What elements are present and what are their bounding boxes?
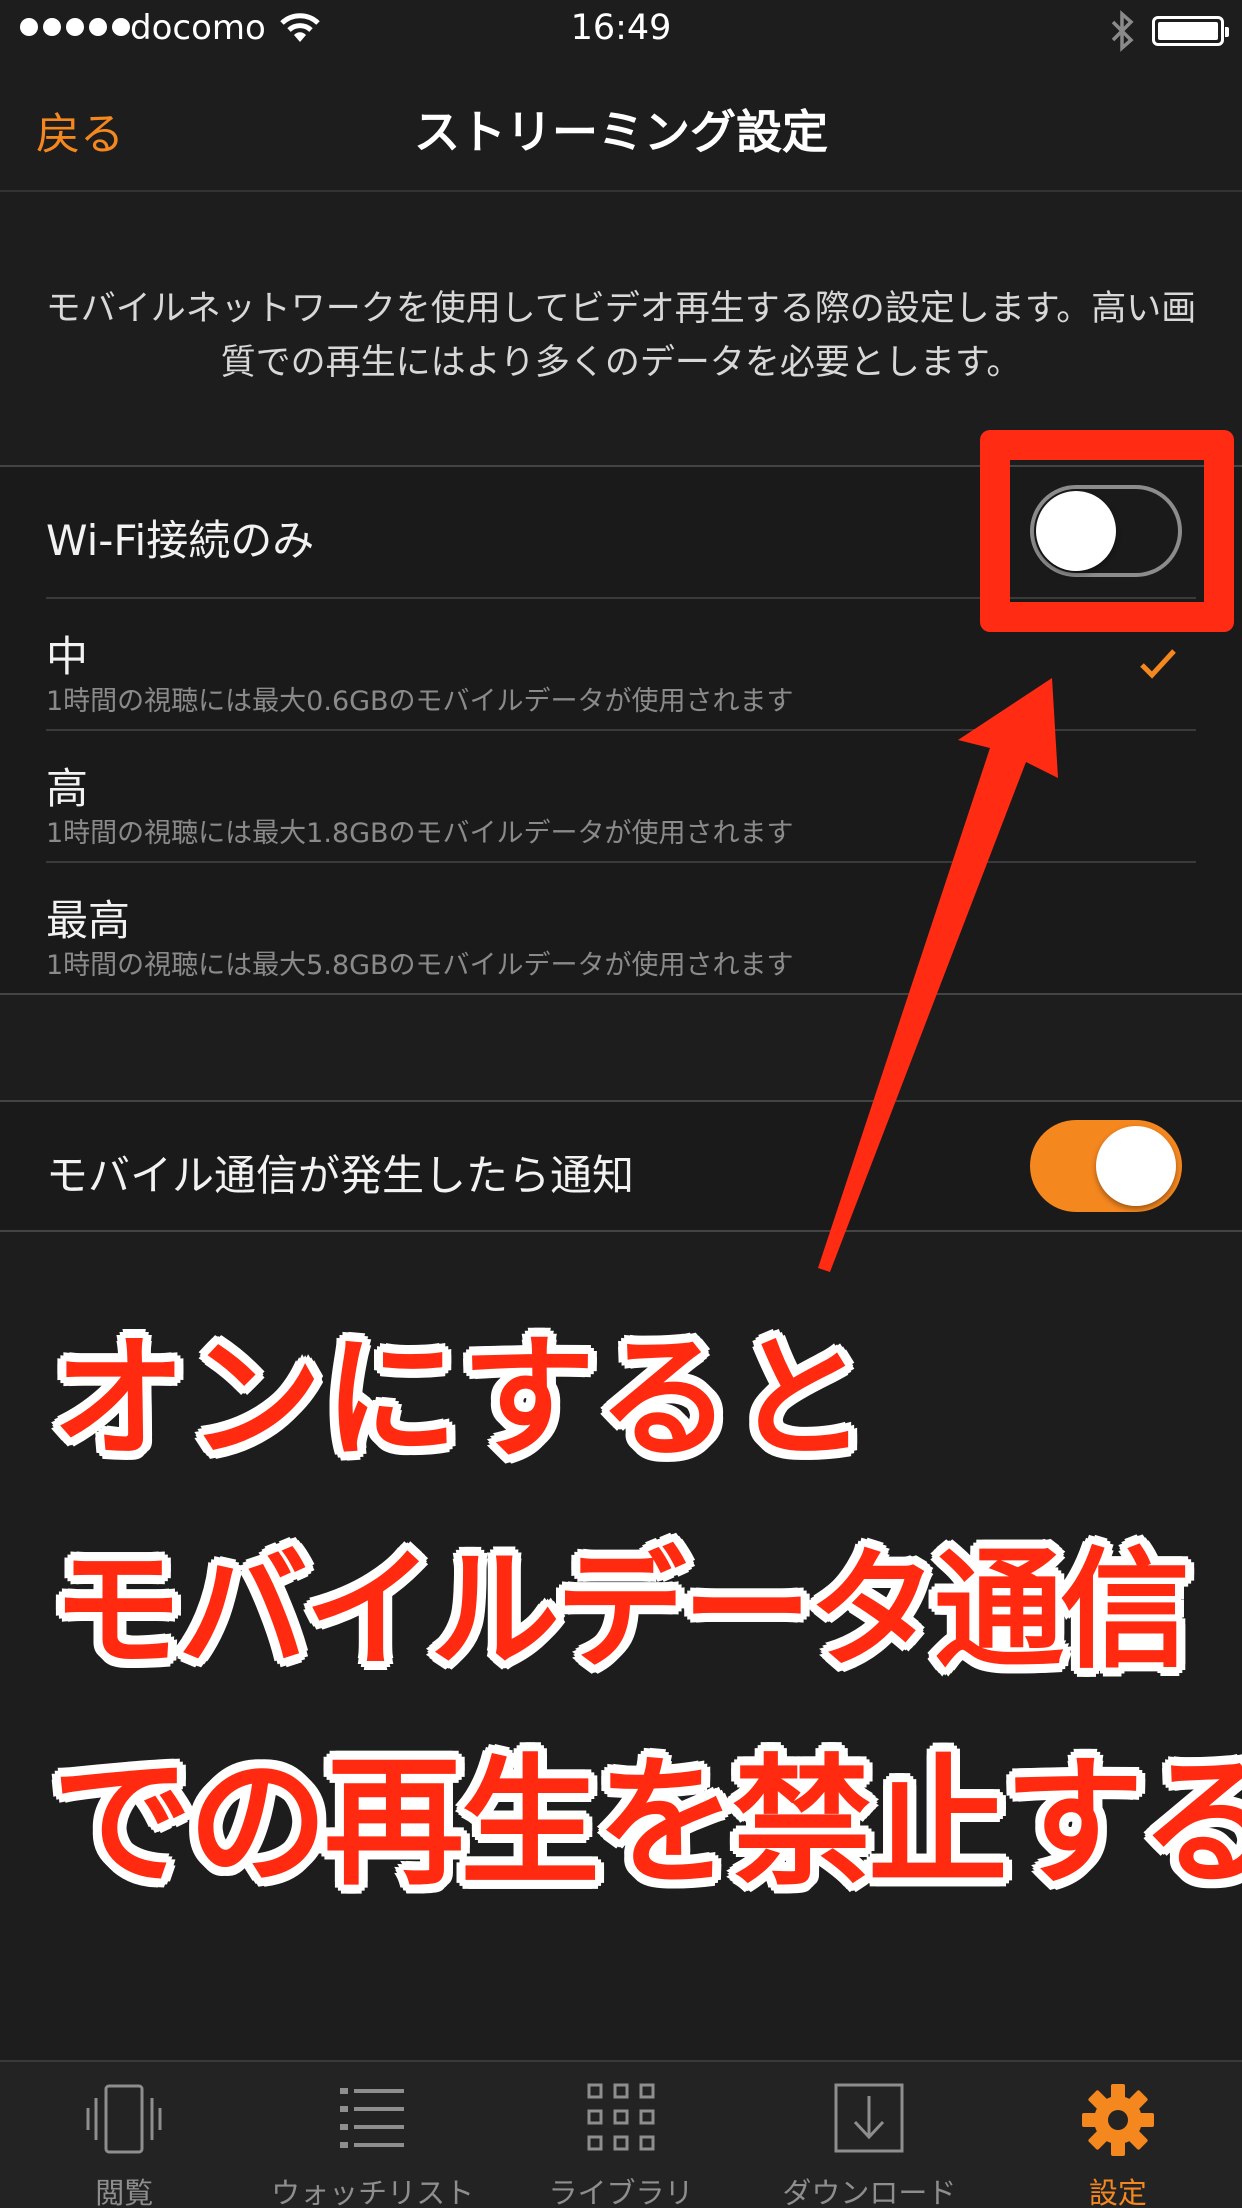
tab-label: ライブラリ (548, 2176, 694, 2208)
quality-option-label: 中 (46, 632, 89, 681)
quality-option-highest[interactable]: 最高 1時間の視聴には最大5.8GBのモバイルデータが使用されます (46, 863, 1196, 995)
notify-label: モバイル通信が発生したら通知 (46, 1151, 635, 1200)
annotation-caption-line-3: での再生を禁止する (52, 1742, 1242, 1905)
tab-label: 設定 (1088, 2176, 1147, 2208)
quality-option-high[interactable]: 高 1時間の視聴には最大1.8GBのモバイルデータが使用されます (46, 731, 1196, 863)
tab-label: ウォッチリスト (271, 2176, 475, 2208)
gear-icon (1081, 2084, 1154, 2156)
tab-watchlist[interactable]: ウォッチリスト (248, 2062, 496, 2208)
tab-bar: 閲覧 ウォッチリスト ライブラリ ダウンロード 設定 (0, 2060, 1242, 2208)
list-icon (339, 2088, 404, 2148)
page-title: ストリーミング設定 (414, 105, 828, 159)
annotation-caption-line-2: モバイルデータ通信 (52, 1534, 1190, 1686)
notify-settings-group: モバイル通信が発生したら通知 (0, 1100, 1242, 1232)
quality-option-description: 1時間の視聴には最大0.6GBのモバイルデータが使用されます (46, 686, 794, 717)
status-bar: docomo 16:49 (0, 0, 1242, 62)
quality-option-description: 1時間の視聴には最大5.8GBのモバイルデータが使用されます (46, 950, 794, 981)
download-icon (834, 2083, 904, 2153)
notify-toggle[interactable] (1030, 1120, 1182, 1212)
battery-icon (1152, 16, 1229, 46)
quality-option-label: 最高 (46, 896, 131, 945)
grid-icon (587, 2083, 655, 2151)
notify-row[interactable]: モバイル通信が発生したら通知 (46, 1102, 1196, 1232)
quality-option-description: 1時間の視聴には最大1.8GBのモバイルデータが使用されます (46, 818, 794, 849)
annotation-highlight-box (980, 430, 1234, 632)
streaming-description: モバイルネットワークを使用してビデオ再生する際の設定します。高い画質での再生には… (45, 289, 1197, 383)
tab-label: ダウンロード (782, 2176, 957, 2208)
checkmark-icon (1138, 647, 1178, 685)
quality-option-label: 高 (46, 764, 89, 813)
tab-library[interactable]: ライブラリ (497, 2062, 745, 2208)
navigation-bar: 戻る ストリーミング設定 (0, 62, 1242, 192)
browse-icon (86, 2084, 162, 2154)
tab-label: 閲覧 (95, 2176, 154, 2208)
wifi-only-label: Wi-Fi接続のみ (46, 516, 315, 565)
tab-browse[interactable]: 閲覧 (0, 2062, 248, 2208)
tab-settings[interactable]: 設定 (994, 2062, 1242, 2208)
bluetooth-icon (1107, 10, 1137, 61)
tab-download[interactable]: ダウンロード (745, 2062, 993, 2208)
status-time: 16:49 (570, 8, 672, 48)
annotation-caption-line-1: オンにすると (52, 1321, 870, 1477)
